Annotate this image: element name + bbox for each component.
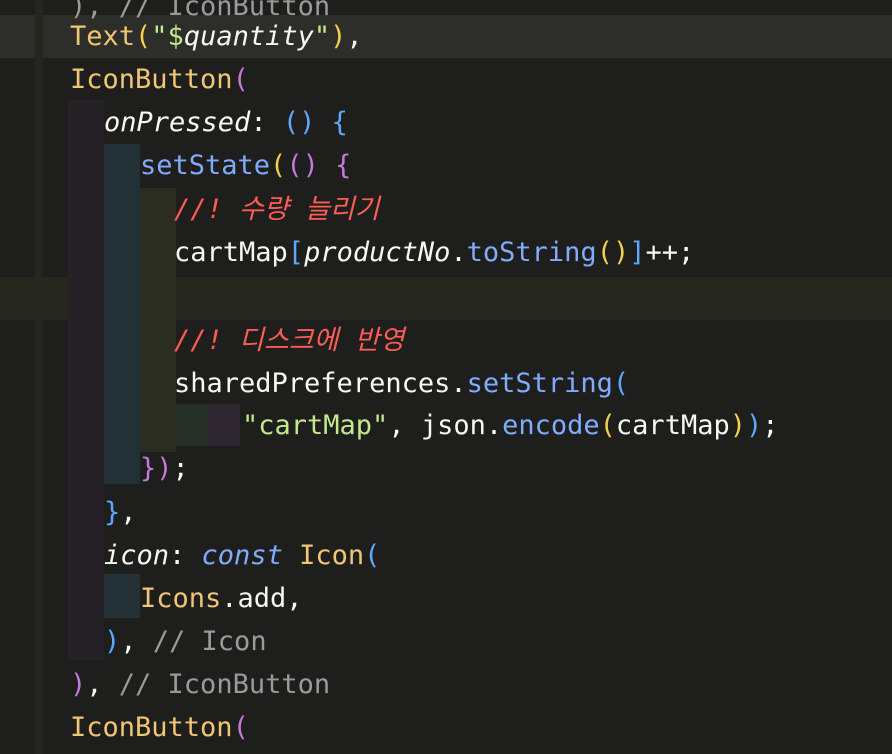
code-token: ( bbox=[232, 712, 249, 743]
code-token: Text bbox=[70, 21, 136, 52]
code-token: ) bbox=[729, 410, 746, 441]
code-token: : bbox=[169, 540, 202, 571]
code-line[interactable]: Text("$quantity"), bbox=[70, 15, 363, 58]
code-token: , bbox=[346, 21, 363, 52]
code-line[interactable]: cartMap[productNo.toString()]++; bbox=[174, 231, 694, 274]
indent-guide bbox=[176, 404, 208, 446]
code-token: ; bbox=[172, 453, 189, 484]
code-token: }) bbox=[140, 453, 173, 484]
code-token: Icon bbox=[299, 540, 365, 571]
code-token: [ bbox=[287, 237, 305, 268]
code-token: icon bbox=[104, 540, 170, 571]
code-token: ; bbox=[762, 410, 779, 441]
code-token: } bbox=[104, 497, 121, 528]
code-token: IconButton bbox=[70, 64, 233, 95]
code-token: . bbox=[450, 368, 467, 399]
code-token: . bbox=[450, 237, 467, 268]
indent-guide bbox=[140, 188, 176, 452]
code-token: Icons bbox=[140, 583, 222, 614]
code-line[interactable]: //! 수량 늘리기 bbox=[174, 188, 379, 231]
code-line[interactable]: sharedPreferences.setString( bbox=[174, 362, 629, 405]
code-token: ) bbox=[70, 669, 87, 700]
code-token: " bbox=[313, 21, 331, 52]
code-token: ) bbox=[330, 21, 347, 52]
code-token: productNo bbox=[304, 237, 451, 268]
code-token: IconButton bbox=[70, 712, 233, 743]
code-token: // IconButton bbox=[118, 669, 331, 700]
code-token: toString bbox=[466, 237, 597, 268]
code-line[interactable]: //! 디스크에 반영 bbox=[174, 319, 404, 362]
code-line[interactable]: ), // Icon bbox=[104, 620, 267, 663]
code-token: , bbox=[86, 669, 119, 700]
code-token: quantity bbox=[183, 21, 314, 52]
indent-guide bbox=[68, 100, 104, 660]
indent-guide bbox=[104, 144, 140, 484]
code-line[interactable]: "cartMap", json.encode(cartMap)); bbox=[242, 404, 779, 447]
code-token: ( bbox=[364, 540, 381, 571]
code-token: ) bbox=[745, 410, 763, 441]
code-token: const bbox=[201, 540, 300, 571]
code-editor[interactable]: ), // IconButton Text("$quantity"), IconBu… bbox=[0, 0, 892, 754]
code-token: , json. bbox=[388, 410, 503, 441]
code-line[interactable]: icon: const Icon( bbox=[104, 534, 380, 577]
code-token: //! 디스크에 반영 bbox=[174, 325, 405, 356]
code-token: cartMap bbox=[615, 410, 730, 441]
code-token: ( bbox=[612, 368, 630, 399]
code-token: ++; bbox=[645, 237, 695, 268]
code-token: //! 수량 늘리기 bbox=[174, 194, 380, 225]
indent-guide bbox=[208, 404, 240, 446]
code-token: .add, bbox=[221, 583, 303, 614]
code-token: cartMap bbox=[174, 237, 288, 268]
code-token: () { bbox=[286, 150, 352, 181]
code-line[interactable]: IconButton( bbox=[70, 706, 249, 749]
code-line[interactable]: }); bbox=[140, 447, 189, 490]
code-token: : bbox=[250, 107, 283, 138]
code-token: () bbox=[596, 237, 630, 268]
indent-guide bbox=[104, 574, 140, 618]
code-token: , bbox=[120, 497, 137, 528]
code-token: , bbox=[120, 626, 153, 657]
code-token: ) bbox=[104, 626, 121, 657]
code-token: setString bbox=[466, 368, 613, 399]
code-token: ] bbox=[629, 237, 646, 268]
code-token: setState bbox=[140, 150, 271, 181]
indent-guide bbox=[35, 0, 43, 754]
code-line[interactable]: IconButton( bbox=[70, 58, 249, 101]
code-line[interactable]: ), // IconButton bbox=[70, 663, 330, 706]
code-line[interactable]: }, bbox=[104, 491, 137, 534]
code-line[interactable]: onPressed: () { bbox=[104, 101, 348, 144]
code-token: // Icon bbox=[152, 626, 267, 657]
code-token: encode bbox=[502, 410, 600, 441]
code-token: sharedPreferences bbox=[174, 368, 451, 399]
code-line[interactable]: setState(() { bbox=[140, 144, 351, 187]
code-token: ( bbox=[599, 410, 616, 441]
code-token: onPressed bbox=[104, 107, 251, 138]
code-token: ( bbox=[232, 64, 249, 95]
code-token: () { bbox=[282, 107, 348, 138]
code-token: ( bbox=[270, 150, 287, 181]
code-line[interactable]: Icons.add, bbox=[140, 577, 303, 620]
code-token: ( bbox=[135, 21, 152, 52]
code-token: "$ bbox=[151, 21, 184, 52]
code-token: "cartMap" bbox=[242, 410, 389, 441]
